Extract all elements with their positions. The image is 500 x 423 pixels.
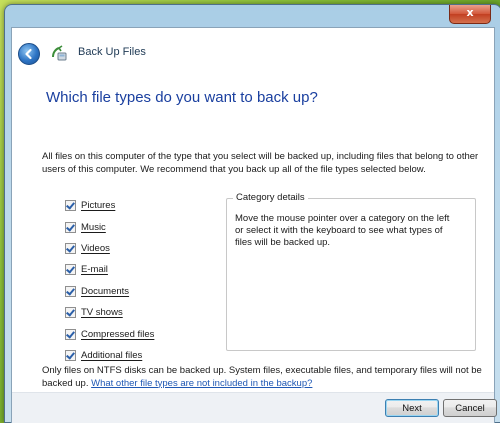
category-details-text: Move the mouse pointer over a category o… [235,213,450,248]
file-type-label: Compressed files [81,328,155,340]
excluded-file-types-link[interactable]: What other file types are not included i… [91,378,312,389]
file-type-additional[interactable]: Additional files [65,345,154,366]
file-type-label: E-mail [81,264,108,276]
checkbox-checked-icon[interactable] [65,328,76,340]
file-type-label: Documents [81,285,130,297]
checkbox-checked-icon[interactable] [65,349,76,361]
file-type-compressed[interactable]: Compressed files [65,323,154,344]
next-button[interactable]: Next [385,399,439,417]
file-type-documents[interactable]: Documents [65,281,154,302]
checkbox-checked-icon[interactable] [65,242,76,254]
backup-app-icon [52,45,67,61]
category-details-legend: Category details [233,192,308,203]
file-type-pictures[interactable]: Pictures [65,195,154,216]
checkbox-checked-icon[interactable] [65,285,76,297]
cancel-button[interactable]: Cancel [443,399,497,417]
checkbox-checked-icon[interactable] [65,264,76,276]
file-type-label: Pictures [81,200,116,212]
button-bar: Next Cancel [12,392,497,423]
file-type-tv-shows[interactable]: TV shows [65,302,154,323]
file-type-label: Videos [81,242,110,254]
back-arrow-icon [25,48,32,60]
checkbox-checked-icon[interactable] [65,307,76,319]
wizard-header: Back Up Files [12,28,494,74]
page-description: All files on this computer of the type t… [42,151,479,175]
file-type-list: Pictures Music Videos E-mail Documents T… [65,195,154,366]
backup-wizard-window: x Back Up Files Which file types do you … [4,4,500,423]
file-type-videos[interactable]: Videos [65,238,154,259]
close-icon: x [466,6,474,19]
wizard-content: Back Up Files Which file types do you wa… [11,27,497,423]
file-type-email[interactable]: E-mail [65,259,154,280]
window-title: Back Up Files [78,46,146,58]
checkbox-checked-icon[interactable] [65,200,76,212]
page-heading: Which file types do you want to back up? [46,89,318,106]
back-button[interactable] [18,43,40,65]
footer-note: Only files on NTFS disks can be backed u… [42,365,487,390]
checkbox-checked-icon[interactable] [65,221,76,233]
close-button[interactable]: x [449,5,491,24]
file-type-label: Music [81,221,106,233]
category-details-box: Category details Move the mouse pointer … [226,192,476,351]
file-type-music[interactable]: Music [65,216,154,237]
file-type-label: TV shows [81,307,123,319]
file-type-label: Additional files [81,349,143,361]
